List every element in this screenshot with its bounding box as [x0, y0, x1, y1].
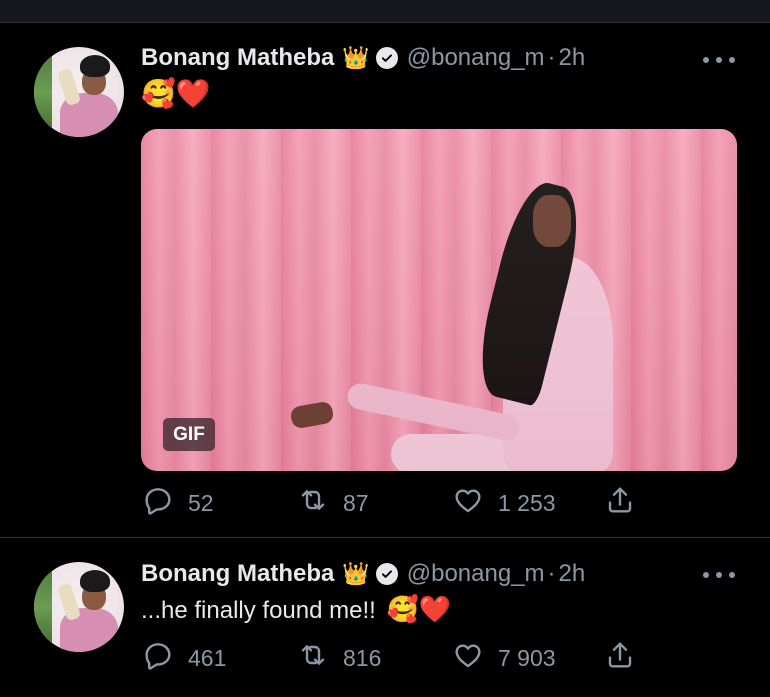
retweet-count: 87 [343, 489, 369, 516]
tweet-text: 🥰❤️ [141, 78, 211, 109]
verified-badge-icon [375, 563, 398, 585]
share-icon [604, 639, 636, 677]
separator: · [547, 44, 556, 71]
tweet-actions: 461 816 7 903 [0, 638, 770, 678]
retweet-icon [297, 484, 329, 522]
timestamp[interactable]: 2h [559, 560, 586, 588]
share-icon [604, 484, 636, 522]
share-button[interactable] [604, 483, 636, 523]
reply-count: 52 [188, 489, 214, 516]
like-button[interactable]: 1 253 [452, 483, 556, 523]
retweet-button[interactable]: 87 [297, 483, 369, 523]
retweet-icon [297, 639, 329, 677]
like-button[interactable]: 7 903 [452, 638, 556, 678]
crown-emoji: 👑 [342, 45, 370, 70]
reply-button[interactable]: 52 [142, 483, 214, 523]
more-horizontal-icon[interactable] [703, 568, 735, 582]
gif-media[interactable]: GIF [141, 129, 737, 471]
like-count: 7 903 [498, 644, 556, 671]
like-count: 1 253 [498, 489, 556, 516]
top-bar [0, 0, 770, 23]
retweet-button[interactable]: 816 [297, 638, 381, 678]
tweet-text-emoji: 🥰❤️ [386, 594, 452, 624]
more-horizontal-icon[interactable] [703, 53, 735, 67]
reply-icon [142, 484, 174, 522]
heart-icon [452, 484, 484, 522]
gif-badge: GIF [163, 418, 215, 451]
reply-icon [142, 639, 174, 677]
author-name[interactable]: Bonang Matheba [141, 560, 334, 588]
tweet-header: Bonang Matheba 👑 @bonang_m · 2h [141, 43, 585, 73]
heart-icon [452, 639, 484, 677]
author-name[interactable]: Bonang Matheba [141, 44, 334, 72]
tweet-header: Bonang Matheba 👑 @bonang_m · 2h [141, 559, 585, 589]
crown-emoji: 👑 [342, 561, 370, 586]
retweet-count: 816 [343, 644, 382, 671]
tweet[interactable]: Bonang Matheba 👑 @bonang_m · 2h ...he fi… [0, 538, 770, 697]
reply-button[interactable]: 461 [142, 638, 226, 678]
tweet-actions: 52 87 1 253 [0, 483, 770, 523]
reply-count: 461 [188, 644, 227, 671]
separator: · [547, 560, 556, 587]
verified-badge-icon [375, 47, 398, 69]
tweet[interactable]: Bonang Matheba 👑 @bonang_m · 2h 🥰❤️ GIF … [0, 23, 770, 535]
tweet-text-body: ...he finally found me!! [141, 597, 376, 624]
tweet-text: ...he finally found me!! 🥰❤️ [141, 592, 451, 628]
avatar[interactable] [34, 47, 124, 137]
author-handle[interactable]: @bonang_m [407, 560, 545, 588]
share-button[interactable] [604, 638, 636, 678]
timestamp[interactable]: 2h [559, 44, 586, 72]
author-handle[interactable]: @bonang_m [407, 44, 545, 72]
